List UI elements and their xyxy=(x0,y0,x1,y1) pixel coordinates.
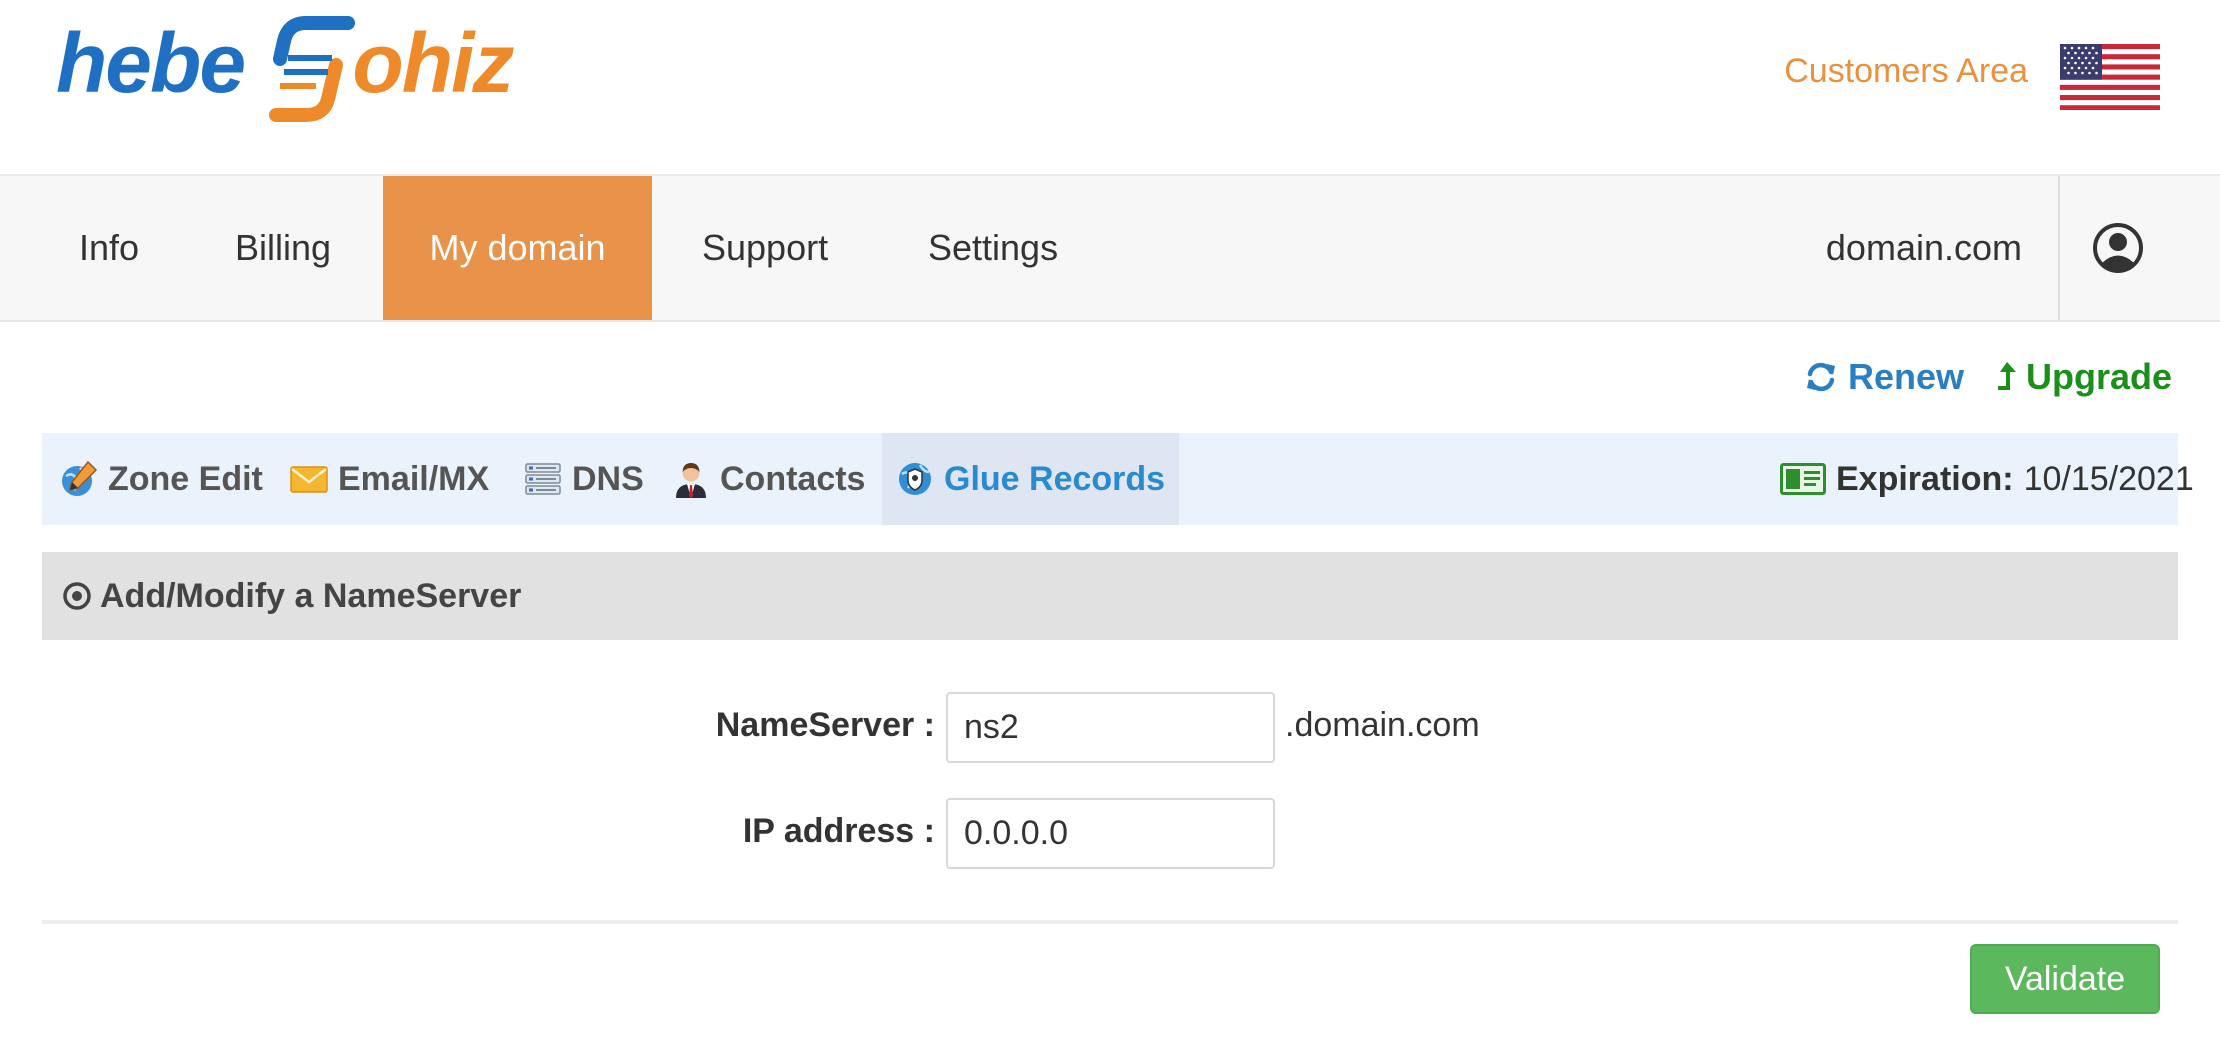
section-header: Add/Modify a NameServer xyxy=(42,552,2178,640)
nameserver-input[interactable] xyxy=(946,692,1275,763)
us-flag-icon[interactable] xyxy=(2060,44,2160,110)
logo-wordmark: hebe ohiz xyxy=(56,15,514,125)
tab-email-mx-label: Email/MX xyxy=(338,459,490,498)
expiration-date: 10/15/2021 xyxy=(2023,459,2194,498)
level-up-icon xyxy=(1998,362,2016,390)
renew-label: Renew xyxy=(1848,356,1965,397)
record-circle-icon xyxy=(63,582,91,610)
logo-text-part1: hebe xyxy=(56,16,246,111)
customers-area-link[interactable]: Customers Area xyxy=(1784,52,2028,91)
tab-zone-edit-label: Zone Edit xyxy=(108,459,263,498)
ip-address-input[interactable] xyxy=(946,798,1275,869)
current-domain-selector[interactable]: domain.com xyxy=(1826,176,2022,320)
section-title: Add/Modify a NameServer xyxy=(100,576,522,615)
nav-item-billing[interactable]: Billing xyxy=(235,176,331,320)
expiration-info: Expiration: 10/15/2021 xyxy=(1780,433,2194,525)
tab-glue-records-label: Glue Records xyxy=(944,459,1166,498)
renew-link[interactable]: Renew xyxy=(1804,356,1964,398)
hebergeur-logo[interactable]: hebe ohiz xyxy=(56,8,562,132)
nav-item-settings[interactable]: Settings xyxy=(928,176,1058,320)
domain-subtabs: Zone Edit Email/MX DNS Contacts Glue Rec… xyxy=(42,433,2194,525)
nav-item-my-domain[interactable]: My domain xyxy=(383,176,652,320)
envelope-icon xyxy=(290,466,328,493)
tab-glue-records[interactable]: Glue Records xyxy=(882,433,1180,525)
tab-contacts-label: Contacts xyxy=(720,459,866,498)
form-divider xyxy=(42,920,2178,924)
tab-contacts[interactable]: Contacts xyxy=(672,433,865,525)
nameserver-suffix: .domain.com xyxy=(1285,706,1480,744)
upgrade-link[interactable]: Upgrade xyxy=(1996,356,2172,398)
nameserver-label: NameServer : xyxy=(715,706,935,744)
tab-dns[interactable]: DNS xyxy=(524,433,644,525)
zone-edit-icon xyxy=(62,460,98,496)
person-icon xyxy=(676,463,706,498)
certificate-icon xyxy=(1780,463,1826,495)
user-circle-icon[interactable] xyxy=(2092,222,2144,274)
tab-dns-label: DNS xyxy=(572,459,644,498)
upgrade-label: Upgrade xyxy=(2026,356,2173,397)
validate-button[interactable]: Validate xyxy=(1970,944,2160,1014)
tab-email-mx[interactable]: Email/MX xyxy=(290,433,489,525)
ip-address-label: IP address : xyxy=(742,812,935,850)
logo-mark-icon xyxy=(269,16,356,122)
refresh-icon xyxy=(1807,362,1835,392)
expiration-label: Expiration: xyxy=(1836,459,2014,498)
tab-zone-edit[interactable]: Zone Edit xyxy=(60,433,263,525)
server-list-icon xyxy=(525,463,561,495)
nav-item-info[interactable]: Info xyxy=(79,176,139,320)
globe-shield-icon xyxy=(899,463,931,495)
main-navigation: Info Billing My domain Support Settings … xyxy=(0,174,2220,322)
nav-divider xyxy=(2058,176,2060,320)
site-header: hebe ohiz Customers Area xyxy=(0,0,2220,174)
logo-text-part2: ohiz xyxy=(352,16,514,111)
nav-item-support[interactable]: Support xyxy=(702,176,828,320)
